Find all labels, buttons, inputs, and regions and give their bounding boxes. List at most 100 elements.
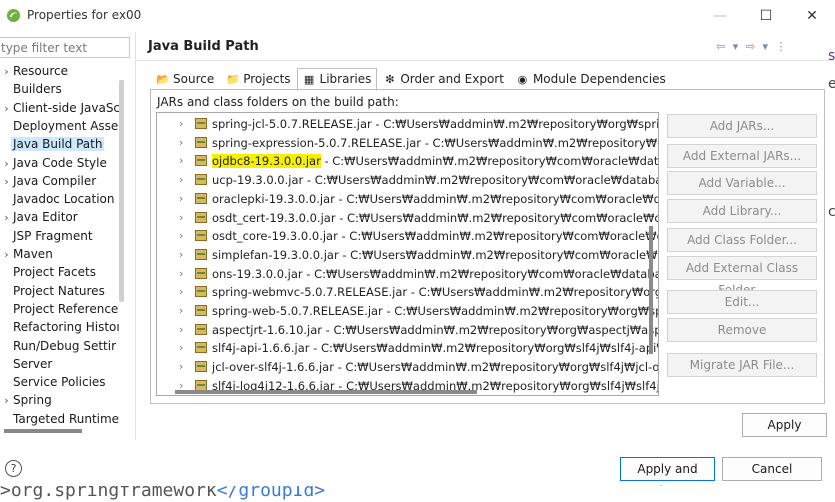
maximize-button[interactable]: ☐ (743, 0, 789, 32)
jar-icon (195, 174, 207, 186)
add-external-jars-button[interactable]: Add External JARs... (667, 144, 817, 168)
add-variable-button[interactable]: Add Variable... (667, 171, 817, 195)
apply-button[interactable]: Apply (742, 413, 827, 437)
properties-dialog: Properties for ex00 — ☐ ✕ s e c type fil… (0, 0, 835, 501)
source-folder-icon: 📂 (156, 73, 170, 86)
minimize-button[interactable]: — (697, 0, 743, 32)
jar-entry[interactable]: › ojdbc8-19.3.0.0.jar - C:₩Users₩addmin₩.… (179, 152, 659, 170)
jar-list-horizontal-scrollbar[interactable] (175, 390, 477, 394)
expand-arrow-icon[interactable]: › (179, 209, 183, 227)
tab-libraries[interactable]: ▦ Libraries (296, 68, 378, 91)
sidebar-item-label: Deployment Assei (13, 118, 122, 133)
page-navigation-arrows[interactable]: ⇦ ▾ ⇨ ▾ ⋮ (716, 40, 788, 53)
sidebar-item[interactable]: JSP Fragment (0, 227, 93, 245)
jar-entry[interactable]: › spring-jcl-5.0.7.RELEASE.jar - C:₩Users… (179, 115, 658, 133)
tab-projects[interactable]: 📁 Projects (220, 68, 296, 91)
sidebar-item[interactable]: Project Reference (0, 300, 118, 318)
expand-arrow-icon[interactable]: › (0, 173, 13, 191)
sidebar-item[interactable]: › Client-side JavaSc (0, 99, 120, 117)
expand-arrow-icon[interactable]: › (179, 134, 183, 152)
tree-horizontal-scrollbar[interactable] (4, 429, 82, 433)
sidebar-item[interactable]: Builders (0, 80, 62, 98)
remove-button[interactable]: Remove (667, 318, 817, 342)
jar-entry[interactable]: › oraclepki-19.3.0.0.jar - C:₩Users₩addmi… (179, 190, 658, 208)
expand-arrow-icon[interactable]: › (0, 392, 13, 410)
expand-arrow-icon[interactable]: › (179, 302, 183, 320)
expand-arrow-icon[interactable]: › (0, 246, 13, 264)
jar-entry[interactable]: › osdt_core-19.3.0.0.jar - C:₩Users₩addmi… (179, 227, 658, 245)
sidebar-item[interactable]: Deployment Assei (0, 117, 122, 135)
jar-name: slf4j-api-1.6.6.jar (212, 341, 310, 356)
sidebar-item-label: Project Facets (13, 265, 96, 280)
jar-entry[interactable]: › slf4j-api-1.6.6.jar - C:₩Users₩addmin₩.… (179, 339, 658, 357)
expand-arrow-icon[interactable]: › (179, 339, 183, 357)
sidebar-item[interactable]: Server (0, 355, 52, 373)
tab-module-dependencies[interactable]: ◉ Module Dependencies (510, 68, 672, 91)
sidebar-item[interactable]: › Java Code Style (0, 154, 107, 172)
jar-entry[interactable]: › spring-webmvc-5.0.7.RELEASE.jar - C:₩Us… (179, 283, 658, 301)
jar-entry[interactable]: › spring-expression-5.0.7.RELEASE.jar - C… (179, 134, 658, 152)
expand-arrow-icon[interactable]: › (179, 190, 183, 208)
expand-arrow-icon[interactable]: › (0, 155, 13, 173)
jar-name: ons-19.3.0.0.jar (212, 266, 303, 281)
sidebar-item[interactable]: Java Build Path (0, 135, 105, 153)
expand-arrow-icon[interactable]: › (179, 321, 183, 339)
cancel-button[interactable]: Cancel (722, 457, 822, 481)
expand-arrow-icon[interactable]: › (179, 152, 183, 170)
expand-arrow-icon[interactable]: › (179, 265, 183, 283)
sidebar-item[interactable]: Service Policies (0, 373, 106, 391)
jar-entry[interactable]: › simplefan-19.3.0.0.jar - C:₩Users₩addmi… (179, 246, 658, 264)
migrate-jar-file-button[interactable]: Migrate JAR File... (667, 353, 817, 377)
jar-entry[interactable]: › aspectjrt-1.6.10.jar - C:₩Users₩addmin₩… (179, 321, 658, 339)
sidebar-item[interactable]: Project Facets (0, 263, 96, 281)
expand-arrow-icon[interactable]: › (179, 227, 183, 245)
tab-order-and-export[interactable]: ❇ Order and Export (377, 68, 510, 91)
jar-entry[interactable]: › osdt_cert-19.3.0.0.jar - C:₩Users₩addmi… (179, 209, 659, 227)
sidebar-item-label: Java Compiler (13, 173, 97, 188)
jar-name: spring-web-5.0.7.RELEASE.jar (212, 304, 383, 318)
add-class-folder-button[interactable]: Add Class Folder... (667, 228, 817, 252)
expand-arrow-icon[interactable]: › (179, 246, 183, 264)
expand-arrow-icon[interactable]: › (0, 63, 13, 81)
jar-icon (195, 211, 207, 223)
sidebar-item[interactable]: Project Natures (0, 282, 105, 300)
add-external-class-folder-button[interactable]: Add External Class Folder... (667, 256, 817, 297)
panel-divider[interactable] (135, 32, 136, 440)
sidebar-item[interactable]: Targeted Runtime (0, 410, 119, 428)
tab-source[interactable]: 📂 Source (150, 68, 220, 91)
jar-entry[interactable]: › jcl-over-slf4j-1.6.6.jar - C:₩Users₩add… (179, 358, 658, 376)
add-library-button[interactable]: Add Library... (667, 199, 817, 223)
jar-path: - C:₩Users₩addmin₩.m2₩repository₩com₩ora… (320, 154, 659, 169)
expand-arrow-icon[interactable]: › (0, 100, 13, 118)
jar-entry[interactable]: › ons-19.3.0.0.jar - C:₩Users₩addmin₩.m2₩… (179, 265, 658, 283)
sidebar-item[interactable]: Javadoc Location (0, 190, 114, 208)
sidebar-item[interactable]: Run/Debug Settir (0, 337, 116, 355)
expand-arrow-icon[interactable]: › (179, 115, 183, 133)
tree-vertical-scrollbar[interactable] (119, 80, 124, 302)
close-button[interactable]: ✕ (789, 0, 835, 32)
expand-arrow-icon[interactable]: › (179, 358, 183, 376)
tab-label: Source (173, 72, 215, 86)
jar-list-vertical-scrollbar[interactable] (649, 226, 653, 354)
expand-arrow-icon[interactable]: › (179, 283, 183, 301)
jar-path: - C:₩Users₩addmin₩.m2₩repository₩com₩ora… (335, 210, 659, 225)
page-title: Java Build Path (148, 39, 259, 54)
edit-button[interactable]: Edit... (667, 290, 817, 314)
sidebar-item[interactable]: › Maven (0, 245, 53, 263)
property-page-tree: › Resource Builders › Client-side JavaSc Depl… (0, 62, 128, 430)
sidebar-item[interactable]: Refactoring Histoı (0, 318, 120, 336)
jar-entry[interactable]: › ucp-19.3.0.0.jar - C:₩Users₩addmin₩.m2₩… (179, 171, 658, 189)
help-icon[interactable]: ? (5, 460, 22, 477)
sidebar-item[interactable]: › Spring (0, 391, 51, 410)
sidebar-item[interactable]: › Java Compiler (0, 172, 96, 190)
apply-and-close-button[interactable]: Apply and Close (620, 457, 715, 498)
expand-arrow-icon[interactable]: › (179, 171, 183, 189)
sidebar-item[interactable]: › Resource (0, 62, 68, 80)
add-jars-button[interactable]: Add JARs... (667, 114, 817, 138)
filter-input[interactable]: type filter text (0, 37, 130, 58)
jar-entry[interactable]: › spring-web-5.0.7.RELEASE.jar - C:₩Users… (179, 302, 659, 320)
jar-path: - C:₩Users₩addmin₩.m2₩repository₩org₩spr… (382, 304, 659, 318)
expand-arrow-icon[interactable]: › (0, 209, 13, 227)
sidebar-item[interactable]: › Java Editor (0, 208, 77, 227)
jar-name: spring-expression-5.0.7.RELEASE.jar (212, 135, 422, 150)
